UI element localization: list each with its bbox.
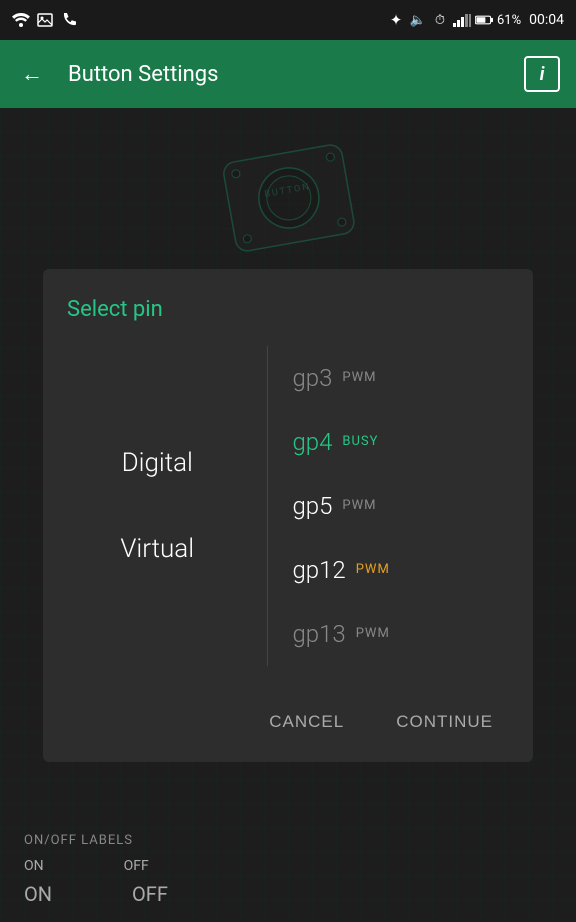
battery-icon <box>475 11 493 29</box>
pin-list: gp3 PWM gp4 BUSY gp5 PWM gp12 <box>268 346 509 666</box>
on-off-values-row: ON OFF <box>24 882 552 906</box>
status-icons-left <box>12 11 78 29</box>
mute-icon: 🔈 <box>409 11 427 29</box>
phone-icon <box>60 11 78 29</box>
pin-badge-gp3: PWM <box>342 370 376 385</box>
on-label: ON <box>24 858 44 874</box>
image-icon <box>36 11 54 29</box>
app-bar: ← Button Settings i <box>0 40 576 108</box>
pin-item-gp3[interactable]: gp3 PWM <box>292 360 509 396</box>
pin-badge-gp12: PWM <box>356 562 390 577</box>
off-label: OFF <box>124 858 149 874</box>
pin-name-gp12: gp12 <box>292 556 345 584</box>
alarm-icon: ⏱ <box>431 11 449 29</box>
clock: 00:04 <box>529 12 564 28</box>
status-icons-right: ✦ 🔈 ⏱ 61% 00:04 <box>387 11 564 29</box>
dialog-buttons: CANCEL CONTINUE <box>67 694 509 742</box>
pin-item-gp5[interactable]: gp5 PWM <box>292 488 509 524</box>
pin-badge-gp13: PWM <box>356 626 390 641</box>
dialog-content: Digital Virtual gp3 PWM gp4 BUSY <box>67 346 509 666</box>
bottom-labels: ON/OFF LABELS ON OFF ON OFF <box>0 817 576 922</box>
signal-icon <box>453 11 471 29</box>
pin-item-gp13[interactable]: gp13 PWM <box>292 616 509 652</box>
status-bar: ✦ 🔈 ⏱ 61% 00:04 <box>0 0 576 40</box>
pin-item-gp12[interactable]: gp12 PWM <box>292 552 509 588</box>
page-title: Button Settings <box>68 62 504 87</box>
pin-badge-gp4: BUSY <box>342 434 378 449</box>
back-button[interactable]: ← <box>16 61 48 87</box>
category-digital[interactable]: Digital <box>67 440 247 486</box>
pin-categories: Digital Virtual <box>67 346 268 666</box>
wifi-icon <box>12 11 30 29</box>
battery-percent: 61% <box>497 13 521 28</box>
pin-name-gp5: gp5 <box>292 492 332 520</box>
bluetooth-icon: ✦ <box>387 11 405 29</box>
pin-badge-gp5: PWM <box>342 498 376 513</box>
on-value: ON <box>24 882 52 906</box>
continue-button[interactable]: CONTINUE <box>380 702 509 742</box>
main-content: BUTTON Select pin Digital Virtual gp3 PW… <box>0 108 576 922</box>
pin-item-gp4[interactable]: gp4 BUSY <box>292 424 509 460</box>
on-off-labels-heading: ON/OFF LABELS <box>24 833 552 848</box>
dialog-title: Select pin <box>67 297 509 322</box>
info-button[interactable]: i <box>524 56 560 92</box>
off-value: OFF <box>132 882 168 906</box>
category-virtual[interactable]: Virtual <box>67 526 247 572</box>
pin-name-gp3: gp3 <box>292 364 332 392</box>
pin-name-gp13: gp13 <box>292 620 345 648</box>
cancel-button[interactable]: CANCEL <box>253 702 360 742</box>
dialog-overlay: Select pin Digital Virtual gp3 PWM <box>0 108 576 922</box>
pin-name-gp4: gp4 <box>292 428 332 456</box>
select-pin-dialog: Select pin Digital Virtual gp3 PWM <box>43 269 533 762</box>
on-off-row: ON OFF <box>24 858 552 874</box>
